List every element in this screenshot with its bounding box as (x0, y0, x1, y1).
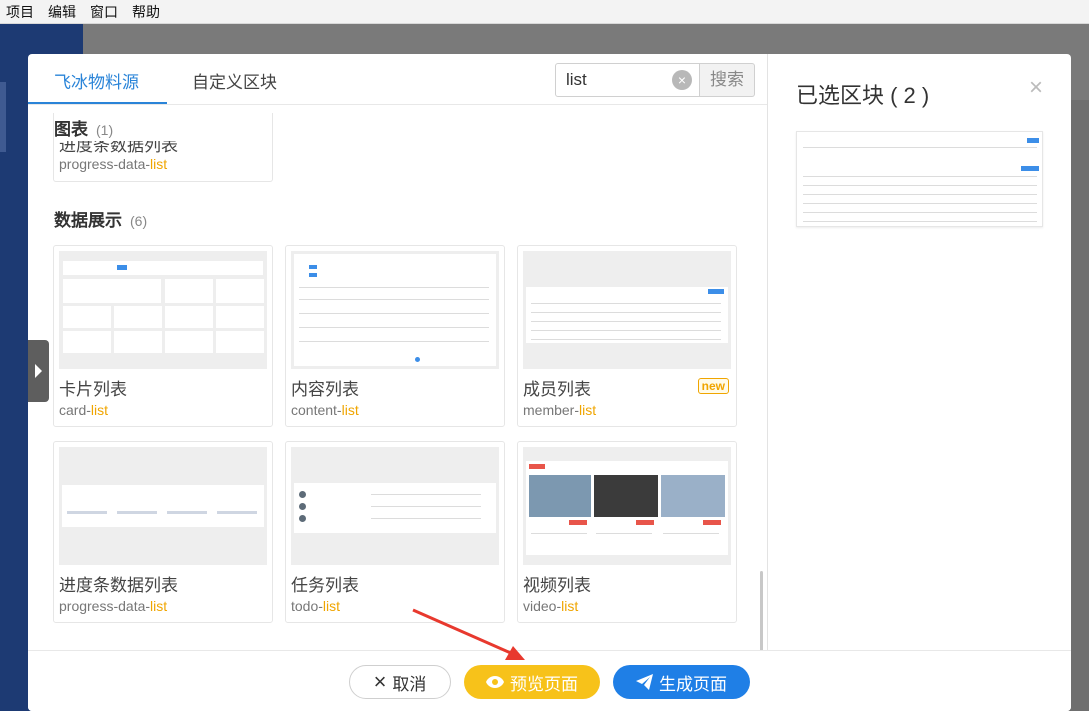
annotation-arrow (412, 608, 525, 660)
content-list-preview (291, 251, 499, 369)
generate-page-button[interactable]: 生成页面 (613, 665, 750, 699)
todo-list-preview (291, 447, 499, 565)
block-card-member-list[interactable]: 成员列表 new member-list (517, 245, 737, 427)
block-card-card-list[interactable]: 卡片列表 card-list (53, 245, 273, 427)
preview-page-button[interactable]: 预览页面 (464, 665, 600, 699)
card-list-preview (59, 251, 267, 369)
section-title-data-display: 数据展示 (6) (54, 211, 148, 230)
section-title-charts: 图表 (1) (54, 120, 114, 139)
tab-custom-blocks[interactable]: 自定义区块 (192, 68, 277, 93)
menu-help[interactable]: 帮助 (132, 2, 160, 22)
list-scrollbar[interactable] (760, 571, 763, 650)
material-pane: 飞冰物料源 自定义区块 × 搜索 进度条数据列表 progress-data-l… (28, 54, 767, 650)
list-top-edge (28, 105, 767, 113)
block-card-slug: card-list (59, 402, 109, 418)
block-list[interactable]: 进度条数据列表 progress-data-list 图表 (1) 数据展示 (6) (28, 105, 767, 650)
block-card-name: 卡片列表 (59, 380, 127, 399)
progress-data-list-preview (59, 447, 267, 565)
paper-plane-icon (636, 674, 653, 690)
member-list-preview (523, 251, 731, 369)
selected-block-preview[interactable] (796, 131, 1043, 227)
block-card-slug: progress-data-list (59, 598, 168, 614)
preview-label: 预览页面 (510, 674, 578, 694)
modal-footer: × 取消 预览页面 生成页面 (28, 650, 1071, 711)
search-box: × 搜索 (555, 63, 755, 97)
block-card-slug: content-list (291, 402, 359, 418)
clear-search-icon[interactable]: × (672, 70, 692, 90)
active-tab-indicator (28, 102, 167, 104)
close-icon: × (373, 669, 387, 694)
block-card-name: 视频列表 (523, 576, 591, 595)
tab-ice-materials[interactable]: 飞冰物料源 (54, 68, 139, 93)
video-list-preview (523, 447, 731, 565)
block-card-name: 进度条数据列表 (59, 576, 178, 595)
selected-blocks-title: 已选区块 ( 2 ) (796, 83, 930, 108)
new-badge: new (697, 378, 729, 394)
block-card-slug: progress-data-list (59, 156, 168, 172)
source-tabs: 飞冰物料源 自定义区块 × 搜索 (28, 54, 767, 105)
menu-window[interactable]: 窗口 (90, 2, 118, 22)
eye-icon (486, 676, 504, 688)
block-picker-modal: 飞冰物料源 自定义区块 × 搜索 进度条数据列表 progress-data-l… (28, 54, 1071, 711)
sidebar-accent (0, 82, 6, 152)
cancel-button[interactable]: × 取消 (349, 665, 451, 699)
close-icon[interactable]: × (1029, 74, 1043, 102)
menu-project[interactable]: 项目 (6, 2, 34, 22)
side-panel-toggle[interactable] (28, 340, 49, 402)
search-button[interactable]: 搜索 (700, 63, 755, 97)
menu-edit[interactable]: 编辑 (48, 2, 76, 22)
selected-blocks-pane: 已选区块 ( 2 ) × (768, 54, 1071, 650)
cancel-label: 取消 (392, 674, 427, 694)
block-card-slug: member-list (523, 402, 597, 418)
block-card-video-list[interactable]: 视频列表 video-list (517, 441, 737, 623)
chevron-right-icon (35, 364, 42, 378)
block-card-content-list[interactable]: 内容列表 content-list (285, 245, 505, 427)
generate-label: 生成页面 (659, 674, 727, 694)
block-card-name: 内容列表 (291, 380, 359, 399)
block-card-name: 成员列表 (523, 380, 591, 399)
menubar: 项目 编辑 窗口 帮助 (0, 0, 1089, 24)
app-right-background (1071, 100, 1089, 711)
block-card-todo-list[interactable]: 任务列表 todo-list (285, 441, 505, 623)
block-card-name: 任务列表 (291, 576, 359, 595)
block-card-progress-data-list[interactable]: 进度条数据列表 progress-data-list (53, 441, 273, 623)
block-card-slug: todo-list (291, 598, 341, 614)
